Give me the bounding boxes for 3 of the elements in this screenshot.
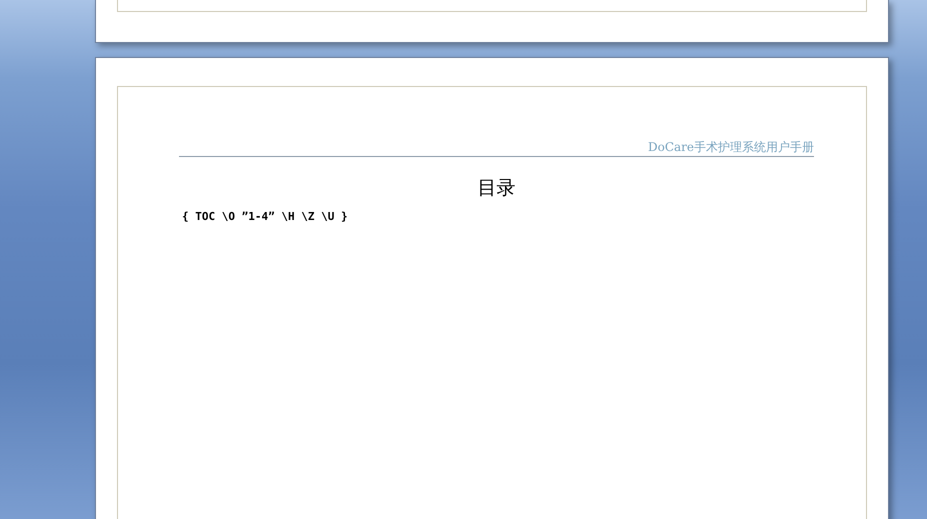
page-header: DoCare手术护理系统用户手册 — [179, 139, 814, 157]
document-title: 目录 — [476, 176, 516, 201]
field-code: { TOC \O ”1-4” \H \Z \U } — [182, 209, 349, 225]
